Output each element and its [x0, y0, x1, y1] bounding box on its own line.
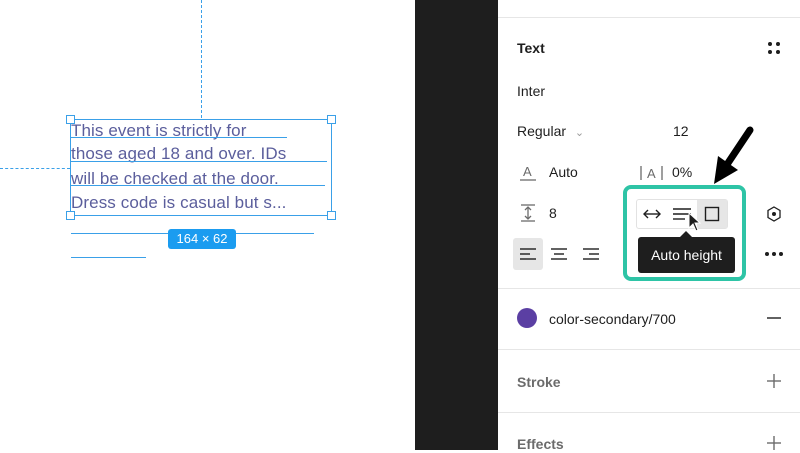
text-section-title: Text — [517, 40, 545, 56]
add-stroke-icon[interactable] — [764, 371, 784, 391]
align-right-button[interactable] — [576, 238, 606, 270]
fill-color-swatch[interactable] — [517, 308, 537, 328]
vertical-guide-line — [201, 0, 202, 118]
divider — [498, 412, 800, 413]
chevron-down-icon: ⌄ — [574, 127, 585, 139]
divider — [498, 349, 800, 350]
line-underline-5 — [71, 257, 146, 258]
svg-text:A: A — [647, 166, 656, 181]
design-canvas[interactable]: This event is strictly for those aged 18… — [0, 0, 415, 450]
more-options-icon[interactable] — [764, 244, 784, 264]
type-settings-icon[interactable] — [764, 204, 784, 224]
paragraph-spacing-icon — [517, 202, 539, 224]
fill-style-name[interactable]: color-secondary/700 — [549, 311, 676, 327]
stroke-section-title: Stroke — [517, 374, 561, 390]
font-weight-select[interactable]: Regular ⌄ — [517, 123, 584, 139]
annotation-arrow-icon — [712, 126, 756, 186]
letter-spacing-input[interactable]: 0% — [672, 164, 692, 180]
line-height-input[interactable]: Auto — [549, 164, 578, 180]
remove-fill-icon[interactable] — [764, 308, 784, 328]
add-effect-icon[interactable] — [764, 433, 784, 453]
align-left-icon — [520, 248, 536, 260]
align-left-button[interactable] — [513, 238, 543, 270]
horizontal-guide-line — [0, 168, 70, 169]
svg-text:A: A — [523, 164, 532, 179]
highlight-box — [623, 185, 746, 281]
canvas-dark-area — [415, 0, 498, 450]
resize-handle-top-left[interactable] — [66, 115, 75, 124]
text-styles-icon[interactable] — [764, 38, 784, 58]
font-size-input[interactable]: 12 — [673, 123, 689, 139]
resize-handle-top-right[interactable] — [327, 115, 336, 124]
text-selection-frame[interactable] — [70, 119, 332, 216]
resize-handle-bottom-left[interactable] — [66, 211, 75, 220]
font-family-select[interactable]: Inter — [517, 83, 545, 99]
line-height-icon: A — [517, 161, 539, 183]
dimensions-badge: 164 × 62 — [168, 229, 236, 249]
properties-panel: Text Inter Regular ⌄ 12 A Auto A 0% 8 Au… — [498, 0, 800, 453]
align-center-icon — [551, 248, 567, 260]
letter-spacing-icon: A — [638, 163, 666, 183]
divider — [498, 17, 800, 18]
align-center-button[interactable] — [544, 238, 574, 270]
divider — [498, 288, 800, 289]
paragraph-spacing-input[interactable]: 8 — [549, 205, 557, 221]
align-right-icon — [583, 248, 599, 260]
resize-handle-bottom-right[interactable] — [327, 211, 336, 220]
font-weight-value: Regular — [517, 123, 567, 139]
